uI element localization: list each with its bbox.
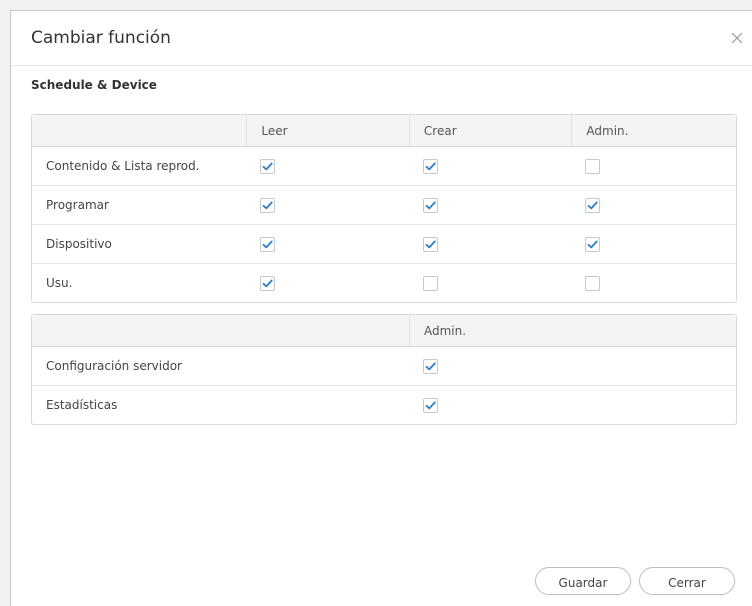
cell-read	[246, 225, 409, 264]
check-icon	[588, 201, 599, 209]
check-icon	[263, 162, 274, 170]
cell-read	[246, 186, 409, 225]
admin-checkbox[interactable]	[585, 197, 601, 213]
permissions-table: Leer Crear Admin. Contenido & Lista repr…	[31, 114, 737, 303]
row-label: Configuración servidor	[32, 347, 409, 386]
check-icon	[425, 240, 436, 248]
table-row: Contenido & Lista reprod.	[32, 147, 736, 186]
cell-admin	[408, 347, 736, 386]
cell-admin	[571, 264, 736, 302]
create-checkbox[interactable]	[422, 275, 438, 291]
admin-checkbox[interactable]	[585, 236, 601, 252]
row-label: Contenido & Lista reprod.	[32, 147, 247, 186]
row-label: Estadísticas	[46, 398, 118, 412]
table-row: Usu.	[32, 264, 736, 302]
header-admin: Admin.	[571, 115, 736, 147]
check-icon	[263, 240, 274, 248]
create-checkbox[interactable]	[422, 236, 438, 252]
header-read: Leer	[246, 115, 409, 147]
check-icon	[425, 162, 436, 170]
admin-permissions-table: Admin. Configuración servidor Estadística…	[31, 314, 737, 425]
cell-create	[408, 186, 572, 225]
cell-create	[408, 225, 572, 264]
admin-checkbox[interactable]	[422, 397, 438, 413]
table-row: Estadísticas	[32, 386, 736, 424]
read-checkbox[interactable]	[260, 158, 276, 174]
table-header-row: Leer Crear Admin.	[32, 115, 736, 147]
save-button[interactable]: Guardar	[535, 567, 631, 595]
create-checkbox[interactable]	[422, 197, 438, 213]
read-checkbox[interactable]	[260, 275, 276, 291]
cell-admin	[571, 186, 736, 225]
header-admin: Admin.	[408, 315, 736, 347]
header-empty	[32, 315, 409, 347]
dialog-header: Cambiar función	[11, 11, 752, 66]
close-button[interactable]: Cerrar	[639, 567, 735, 595]
cell-admin	[571, 225, 736, 264]
cell-create	[409, 264, 572, 302]
check-icon	[425, 362, 436, 370]
section-title: Schedule & Device	[31, 78, 157, 92]
table-header-row: Admin.	[32, 315, 736, 347]
row-label: Programar	[32, 186, 247, 225]
close-icon[interactable]	[728, 29, 746, 47]
cell-admin	[409, 386, 736, 424]
cell-create	[408, 147, 572, 186]
check-icon	[588, 240, 599, 248]
read-checkbox[interactable]	[260, 236, 276, 252]
row-label: Usu.	[46, 276, 73, 290]
table-row: Programar	[32, 186, 736, 225]
header-create: Crear	[408, 115, 572, 147]
check-icon	[263, 201, 274, 209]
dialog-title: Cambiar función	[31, 28, 171, 48]
cell-read	[246, 264, 408, 302]
check-icon	[263, 279, 274, 287]
cell-read	[246, 147, 409, 186]
check-icon	[425, 201, 436, 209]
header-empty	[32, 115, 247, 147]
admin-checkbox[interactable]	[585, 158, 601, 174]
create-checkbox[interactable]	[422, 158, 438, 174]
table-row: Configuración servidor	[32, 347, 736, 386]
admin-checkbox[interactable]	[585, 275, 601, 291]
check-icon	[425, 401, 436, 409]
row-label: Dispositivo	[32, 225, 247, 264]
table-row: Dispositivo	[32, 225, 736, 264]
change-role-dialog: Cambiar función Schedule & Device Leer C…	[10, 10, 752, 606]
admin-checkbox[interactable]	[422, 358, 438, 374]
cell-admin	[571, 147, 736, 186]
read-checkbox[interactable]	[260, 197, 276, 213]
